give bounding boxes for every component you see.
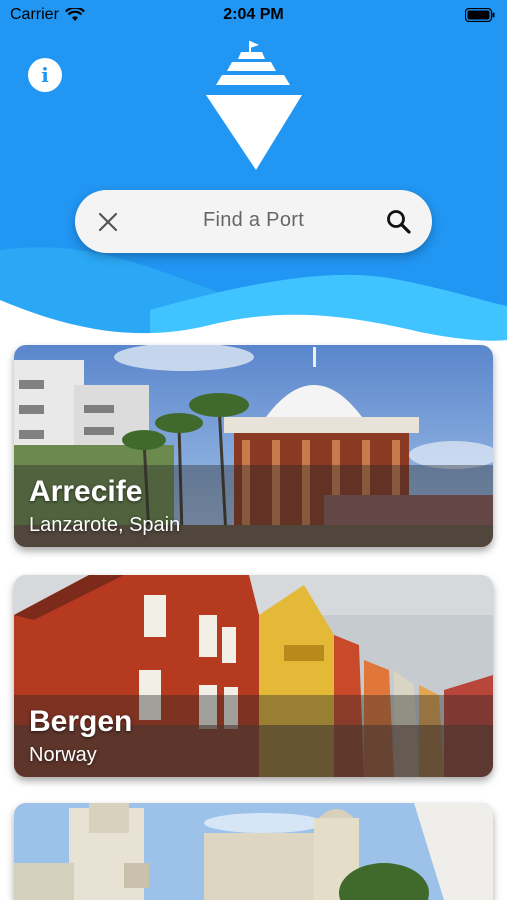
search-placeholder[interactable]: Find a Port	[75, 209, 432, 232]
header: Carrier 2:04 PM i Find a Port	[0, 0, 507, 345]
port-card-arrecife[interactable]: Arrecife Lanzarote, Spain	[14, 345, 493, 547]
status-bar: Carrier 2:04 PM	[0, 0, 507, 32]
port-card-bergen[interactable]: Bergen Norway	[14, 575, 493, 777]
info-icon: i	[41, 63, 49, 87]
search-icon[interactable]	[386, 209, 412, 235]
port-image	[14, 803, 493, 900]
battery-icon	[465, 8, 495, 22]
port-location: Lanzarote, Spain	[29, 514, 181, 536]
info-button[interactable]: i	[28, 58, 62, 92]
port-name: Arrecife	[29, 475, 143, 508]
port-name: Bergen	[29, 705, 133, 738]
ship-logo-icon	[206, 41, 302, 170]
status-time: 2:04 PM	[223, 6, 284, 23]
port-card-3[interactable]	[14, 803, 493, 900]
search-bar[interactable]: Find a Port	[75, 190, 432, 253]
port-location: Norway	[29, 744, 97, 766]
